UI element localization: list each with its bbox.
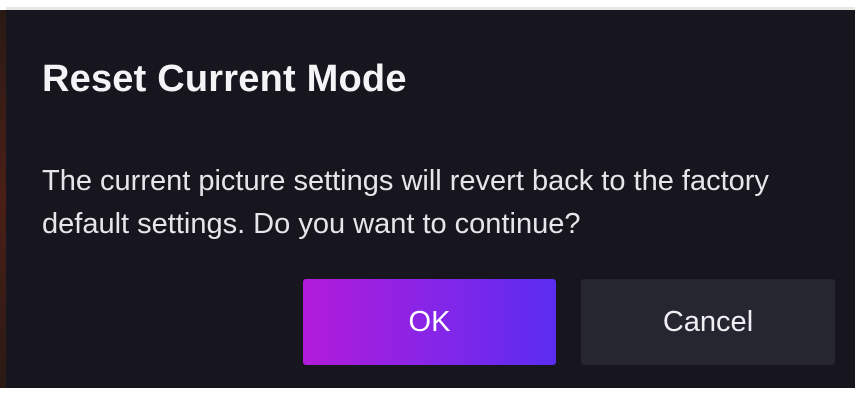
dialog-title: Reset Current Mode bbox=[42, 58, 407, 100]
ok-button[interactable]: OK bbox=[303, 279, 556, 365]
dialog-message: The current picture settings will revert… bbox=[42, 165, 769, 240]
top-edge bbox=[0, 0, 861, 10]
cancel-button-label: Cancel bbox=[662, 305, 754, 338]
cancel-button[interactable]: Cancel bbox=[581, 279, 835, 365]
ok-button-label: OK bbox=[408, 305, 451, 338]
screen: Reset Current Mode The current picture s… bbox=[0, 0, 861, 395]
reset-mode-dialog: Reset Current Mode The current picture s… bbox=[6, 10, 855, 388]
